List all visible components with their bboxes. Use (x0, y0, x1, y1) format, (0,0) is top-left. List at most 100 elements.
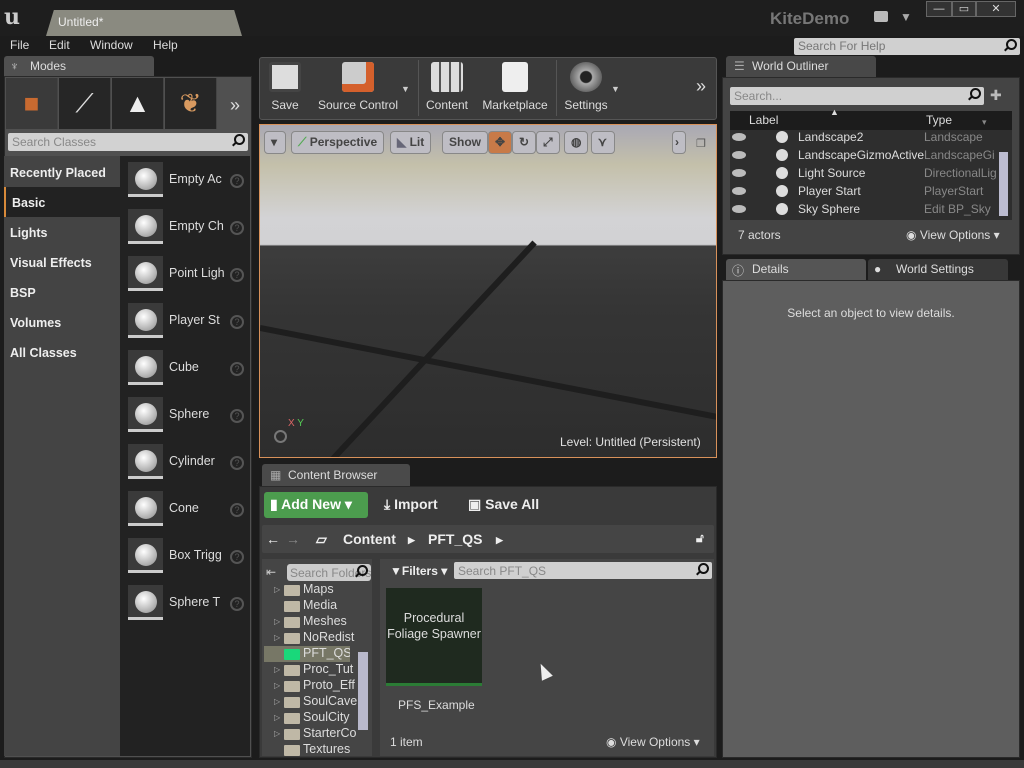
viewport-options-button[interactable]: ▾ (264, 131, 286, 154)
outliner-row[interactable]: Sky Sphere Edit BP_Sky (730, 201, 1000, 219)
collapse-sources-icon[interactable]: ⇤ (266, 565, 276, 579)
help-icon[interactable]: ? (230, 597, 244, 611)
place-mode-button[interactable]: ■ (6, 78, 58, 129)
viewport-more-button[interactable]: › (672, 131, 686, 154)
menu-help[interactable]: Help (153, 38, 178, 52)
details-tab[interactable]: ⓘ Details (726, 259, 866, 280)
expand-arrow-icon[interactable]: ▷ (274, 681, 280, 690)
world-local-button[interactable]: ◍ (564, 131, 588, 154)
folder-item[interactable]: ▷ StarterCo (274, 726, 360, 742)
visibility-eye-icon[interactable] (732, 187, 746, 195)
translate-tool-button[interactable]: ✥ (488, 131, 512, 154)
content-button[interactable]: Content (424, 58, 470, 118)
world-outliner-tab[interactable]: ☰ World Outliner (726, 56, 876, 77)
category-volumes[interactable]: Volumes (4, 307, 120, 337)
folder-item[interactable]: ▷ SoulCave (274, 694, 360, 710)
folder-item[interactable]: ▷ Proc_Tut (274, 662, 360, 678)
source-control-button[interactable]: Source Control (316, 58, 400, 118)
breadcrumb-separator[interactable]: ▶ (496, 535, 503, 546)
breadcrumb-content[interactable]: Content (343, 531, 396, 547)
folder-item[interactable]: Media (274, 598, 360, 614)
save-all-button[interactable]: ▣ Save All (468, 496, 539, 513)
category-recently-placed[interactable]: Recently Placed (4, 157, 120, 187)
maximize-viewport-icon[interactable]: ❐ (696, 137, 706, 150)
folder-search-input[interactable]: Search Folders (287, 564, 371, 581)
asset-tile[interactable]: Procedural Foliage Spawner (386, 588, 482, 686)
level-viewport[interactable] (259, 124, 717, 458)
landscape-mode-button[interactable]: ▲ (112, 78, 164, 129)
help-icon[interactable] (274, 430, 287, 443)
minimize-button[interactable]: — (926, 1, 952, 17)
menu-edit[interactable]: Edit (49, 38, 70, 52)
outliner-scrollbar[interactable] (999, 152, 1008, 216)
visibility-eye-icon[interactable] (732, 169, 746, 177)
help-icon[interactable]: ? (230, 268, 244, 282)
expand-arrow-icon[interactable]: ▷ (274, 585, 280, 594)
expand-arrow-icon[interactable]: ▷ (274, 713, 280, 722)
help-icon[interactable]: ? (230, 550, 244, 564)
folder-item[interactable]: ▷ Proto_Eff (274, 678, 360, 694)
settings-button[interactable]: Settings (562, 58, 610, 118)
class-item[interactable]: Cylinder? (128, 444, 248, 484)
class-item[interactable]: Point Ligh? (128, 256, 248, 296)
expand-arrow-icon[interactable]: ▷ (274, 665, 280, 674)
modes-more-icon[interactable]: » (230, 95, 240, 116)
import-button[interactable]: ⤓ Import (384, 496, 438, 513)
maximize-button[interactable]: ▭ (952, 1, 976, 17)
broadcast-icon[interactable]: ▼ (900, 10, 912, 24)
class-item[interactable]: Sphere T? (128, 585, 248, 625)
menu-file[interactable]: File (10, 38, 29, 52)
category-all-classes[interactable]: All Classes (4, 337, 120, 367)
help-icon[interactable]: ? (230, 362, 244, 376)
breadcrumb-separator[interactable]: ▶ (408, 535, 415, 546)
breadcrumb-pft-qs[interactable]: PFT_QS (428, 531, 482, 547)
label-column-header[interactable]: Label (749, 113, 778, 127)
help-icon[interactable]: ? (230, 221, 244, 235)
marketplace-button[interactable]: Marketplace (480, 58, 550, 118)
folder-item[interactable]: PFT_QS (264, 646, 350, 662)
world-settings-tab[interactable]: ● World Settings (868, 259, 1008, 280)
back-icon[interactable]: ← (266, 531, 280, 547)
visibility-eye-icon[interactable] (732, 133, 746, 141)
add-folder-icon[interactable]: ✚ (990, 87, 1002, 104)
outliner-row[interactable]: Landscape2 Landscape (730, 129, 1000, 147)
class-item[interactable]: Cube? (128, 350, 248, 390)
category-lights[interactable]: Lights (4, 217, 120, 247)
help-icon[interactable]: ? (230, 315, 244, 329)
asset-name[interactable]: PFS_Example (398, 698, 475, 712)
notification-icon[interactable] (874, 11, 888, 22)
lit-button[interactable]: ◣ Lit (390, 131, 432, 154)
outliner-view-options[interactable]: ◉ View Options ▾ (906, 228, 1000, 242)
class-item[interactable]: Empty Ch? (128, 209, 248, 249)
category-bsp[interactable]: BSP (4, 277, 120, 307)
visibility-eye-icon[interactable] (732, 151, 746, 159)
toolbar-more-icon[interactable]: » (696, 76, 706, 97)
folder-item[interactable]: ▷ NoRedist (274, 630, 360, 646)
outliner-row[interactable]: LandscapeGizmoActive LandscapeGi (730, 147, 1000, 165)
class-item[interactable]: Player St? (128, 303, 248, 343)
class-item[interactable]: Cone? (128, 491, 248, 531)
help-icon[interactable]: ? (230, 409, 244, 423)
outliner-row[interactable]: Light Source DirectionalLig (730, 165, 1000, 183)
help-icon[interactable]: ? (230, 456, 244, 470)
expand-arrow-icon[interactable]: ▷ (274, 617, 280, 626)
class-item[interactable]: Empty Ac? (128, 162, 248, 202)
surface-snap-button[interactable]: ⋎ (591, 131, 615, 154)
rotate-tool-button[interactable]: ↻ (512, 131, 536, 154)
content-view-options[interactable]: ◉ View Options ▾ (606, 735, 700, 749)
lock-icon[interactable]: 🔓︎ (696, 531, 704, 546)
foliage-mode-button[interactable]: ❦ (165, 78, 217, 129)
category-visual-effects[interactable]: Visual Effects (4, 247, 120, 277)
outliner-row[interactable]: Player Start PlayerStart (730, 183, 1000, 201)
expand-arrow-icon[interactable]: ▷ (274, 633, 280, 642)
type-column-header[interactable]: Type (926, 113, 952, 127)
source-control-dropdown-icon[interactable]: ▼ (401, 84, 410, 94)
close-button[interactable]: ✕ (976, 1, 1016, 17)
class-search-input[interactable]: Search Classes (8, 133, 248, 151)
visibility-eye-icon[interactable] (732, 205, 746, 213)
menu-window[interactable]: Window (90, 38, 133, 52)
type-filter-icon[interactable]: ▾ (982, 117, 987, 128)
unreal-logo-icon[interactable]: u (4, 4, 20, 30)
document-tab[interactable]: Untitled* (46, 10, 242, 36)
scale-tool-button[interactable]: ⤢ (536, 131, 560, 154)
